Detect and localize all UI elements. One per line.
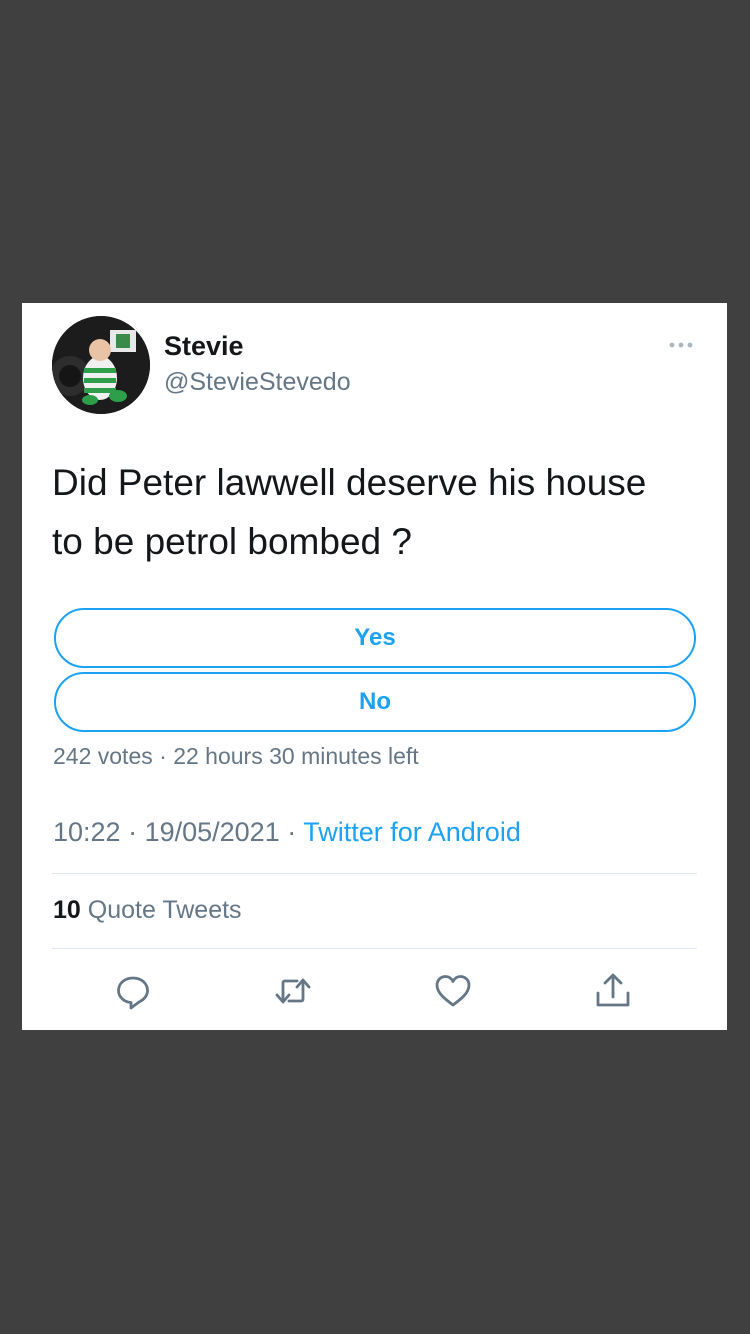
avatar[interactable] bbox=[52, 316, 150, 414]
like-button[interactable] bbox=[433, 971, 473, 1011]
tweet-time: 10:22 bbox=[53, 817, 121, 847]
like-icon bbox=[435, 975, 471, 1007]
share-button[interactable] bbox=[593, 971, 633, 1011]
tweet-source-link[interactable]: Twitter for Android bbox=[303, 817, 521, 847]
poll-option-no[interactable]: No bbox=[54, 672, 696, 732]
tweet-text-line: Did Peter lawwell deserve his house bbox=[52, 462, 647, 503]
poll-status: 242 votes · 22 hours 30 minutes left bbox=[53, 743, 419, 770]
tweet-date: 19/05/2021 bbox=[144, 817, 280, 847]
retweet-button[interactable] bbox=[273, 971, 313, 1011]
more-options-button[interactable] bbox=[662, 333, 702, 357]
reply-button[interactable] bbox=[113, 971, 153, 1011]
separator: · bbox=[279, 817, 304, 847]
divider bbox=[52, 873, 697, 874]
tweet-timestamp: 10:22 · 19/05/2021 · Twitter for Android bbox=[53, 817, 521, 848]
poll-votes: 242 votes bbox=[53, 743, 153, 769]
separator: · bbox=[152, 743, 174, 769]
quote-tweets-link[interactable]: 10 Quote Tweets bbox=[53, 896, 242, 925]
author-name[interactable]: Stevie bbox=[164, 331, 244, 362]
tweet-card: Stevie @StevieStevedo Did Peter lawwell … bbox=[22, 303, 727, 1030]
more-dots-icon bbox=[669, 342, 693, 348]
share-icon bbox=[596, 973, 630, 1007]
reply-icon bbox=[117, 976, 149, 1010]
tweet-text: Did Peter lawwell deserve his house to b… bbox=[52, 453, 702, 571]
poll-option-yes[interactable]: Yes bbox=[54, 608, 696, 668]
quote-label: Quote Tweets bbox=[80, 896, 242, 924]
poll-time-left: 22 hours 30 minutes left bbox=[173, 743, 419, 769]
tweet-text-line: to be petrol bombed ? bbox=[52, 521, 412, 562]
author-handle[interactable]: @StevieStevedo bbox=[164, 368, 351, 397]
retweet-icon bbox=[275, 978, 311, 1004]
divider bbox=[52, 948, 697, 949]
separator: · bbox=[120, 817, 145, 847]
quote-count: 10 bbox=[53, 896, 81, 924]
